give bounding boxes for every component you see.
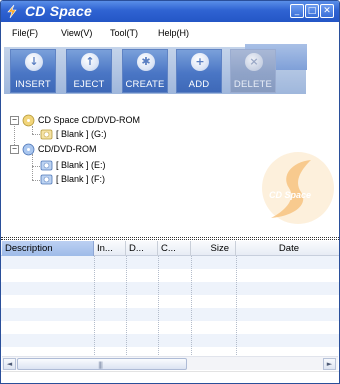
title-bar[interactable]: CD Space _ □ ✕: [1, 1, 339, 22]
eject-button[interactable]: ↑ EJECT: [66, 49, 112, 93]
column-divider: [126, 256, 127, 359]
eject-button-label: EJECT: [73, 79, 105, 90]
tree-expander[interactable]: −: [10, 116, 19, 125]
list-row[interactable]: [1, 256, 339, 269]
menu-help[interactable]: Help(H): [158, 28, 189, 38]
horizontal-scrollbar[interactable]: ◄ ||| ►: [2, 356, 338, 370]
column-header-d[interactable]: D...: [126, 241, 158, 256]
tree-connector: [32, 134, 40, 135]
tree-node-label: [ Blank ] (E:): [56, 160, 106, 170]
tree-node-label: [ Blank ] (G:): [56, 129, 107, 139]
add-button[interactable]: + ADD: [176, 49, 222, 93]
close-button[interactable]: ✕: [320, 4, 334, 18]
maximize-icon: □: [307, 6, 317, 16]
file-list: Description In... D... C... Size Date: [1, 241, 339, 369]
optical-drive-icon: [22, 114, 35, 127]
tree-expander[interactable]: −: [10, 145, 19, 154]
column-header-description[interactable]: Description: [2, 241, 94, 256]
scroll-right-arrow-icon[interactable]: ►: [323, 358, 336, 370]
tree-connector: [32, 166, 40, 167]
delete-icon: ×: [245, 53, 263, 71]
app-window: CD Space _ □ ✕ File(F) View(V) Tool(T) H…: [0, 0, 340, 384]
tree-node-label: CD/DVD-ROM: [38, 144, 97, 154]
blank-disc-icon: [40, 160, 53, 171]
toolbar: ↓ INSERT ↑ EJECT ✱ CREATE + ADD × DELETE: [1, 44, 339, 96]
scrollbar-thumb[interactable]: |||: [17, 358, 187, 370]
minimize-button[interactable]: _: [290, 4, 304, 18]
tree-node-label: CD Space CD/DVD-ROM: [38, 115, 141, 125]
create-button[interactable]: ✱ CREATE: [122, 49, 168, 93]
column-divider: [236, 256, 237, 359]
blank-disc-icon: [40, 174, 53, 185]
cd-space-watermark-logo: CD Space: [262, 152, 334, 224]
menu-bar: File(F) View(V) Tool(T) Help(H): [1, 22, 339, 44]
pane-splitter[interactable]: [1, 237, 339, 240]
tree-node-label: [ Blank ] (F:): [56, 174, 106, 184]
scroll-left-arrow-icon[interactable]: ◄: [3, 358, 16, 370]
tree-connector: [32, 154, 33, 180]
minimize-icon: _: [294, 6, 300, 16]
eject-icon: ↑: [81, 53, 99, 71]
list-row[interactable]: [1, 282, 339, 295]
column-header-c[interactable]: C...: [158, 241, 191, 256]
menu-file[interactable]: File(F): [12, 28, 38, 38]
column-header-date[interactable]: Date: [236, 241, 339, 256]
list-row[interactable]: [1, 308, 339, 321]
create-icon: ✱: [137, 53, 155, 71]
list-header: Description In... D... C... Size Date: [1, 241, 339, 256]
insert-icon: ↓: [25, 53, 43, 71]
maximize-button[interactable]: □: [305, 4, 319, 18]
blank-disc-icon: [40, 129, 53, 140]
list-row[interactable]: [1, 295, 339, 308]
column-divider: [94, 256, 95, 359]
menu-view[interactable]: View(V): [61, 28, 92, 38]
tree-connector: [32, 126, 33, 134]
insert-button[interactable]: ↓ INSERT: [10, 49, 56, 93]
add-icon: +: [191, 53, 209, 71]
optical-drive-icon: [22, 143, 35, 156]
column-header-size[interactable]: Size: [191, 241, 236, 256]
menu-tool[interactable]: Tool(T): [110, 28, 138, 38]
create-button-label: CREATE: [125, 79, 165, 90]
scrollbar-grip: |||: [98, 361, 103, 369]
list-row[interactable]: [1, 321, 339, 334]
column-divider: [191, 256, 192, 359]
list-row[interactable]: [1, 269, 339, 282]
tree-connector: [32, 180, 40, 181]
column-header-info[interactable]: In...: [94, 241, 126, 256]
column-divider: [158, 256, 159, 359]
status-bar: [1, 371, 339, 383]
add-button-label: ADD: [188, 79, 210, 90]
close-icon: ✕: [323, 6, 331, 16]
list-row[interactable]: [1, 334, 339, 347]
drive-tree: CD Space − CD Space CD/DVD-ROM [ Blank ]…: [1, 96, 339, 237]
insert-button-label: INSERT: [15, 79, 51, 90]
window-title: CD Space: [25, 3, 92, 19]
delete-button[interactable]: × DELETE: [230, 49, 276, 93]
svg-text:CD Space: CD Space: [269, 190, 311, 200]
app-logo-icon: [7, 4, 17, 19]
delete-button-label: DELETE: [233, 79, 273, 90]
